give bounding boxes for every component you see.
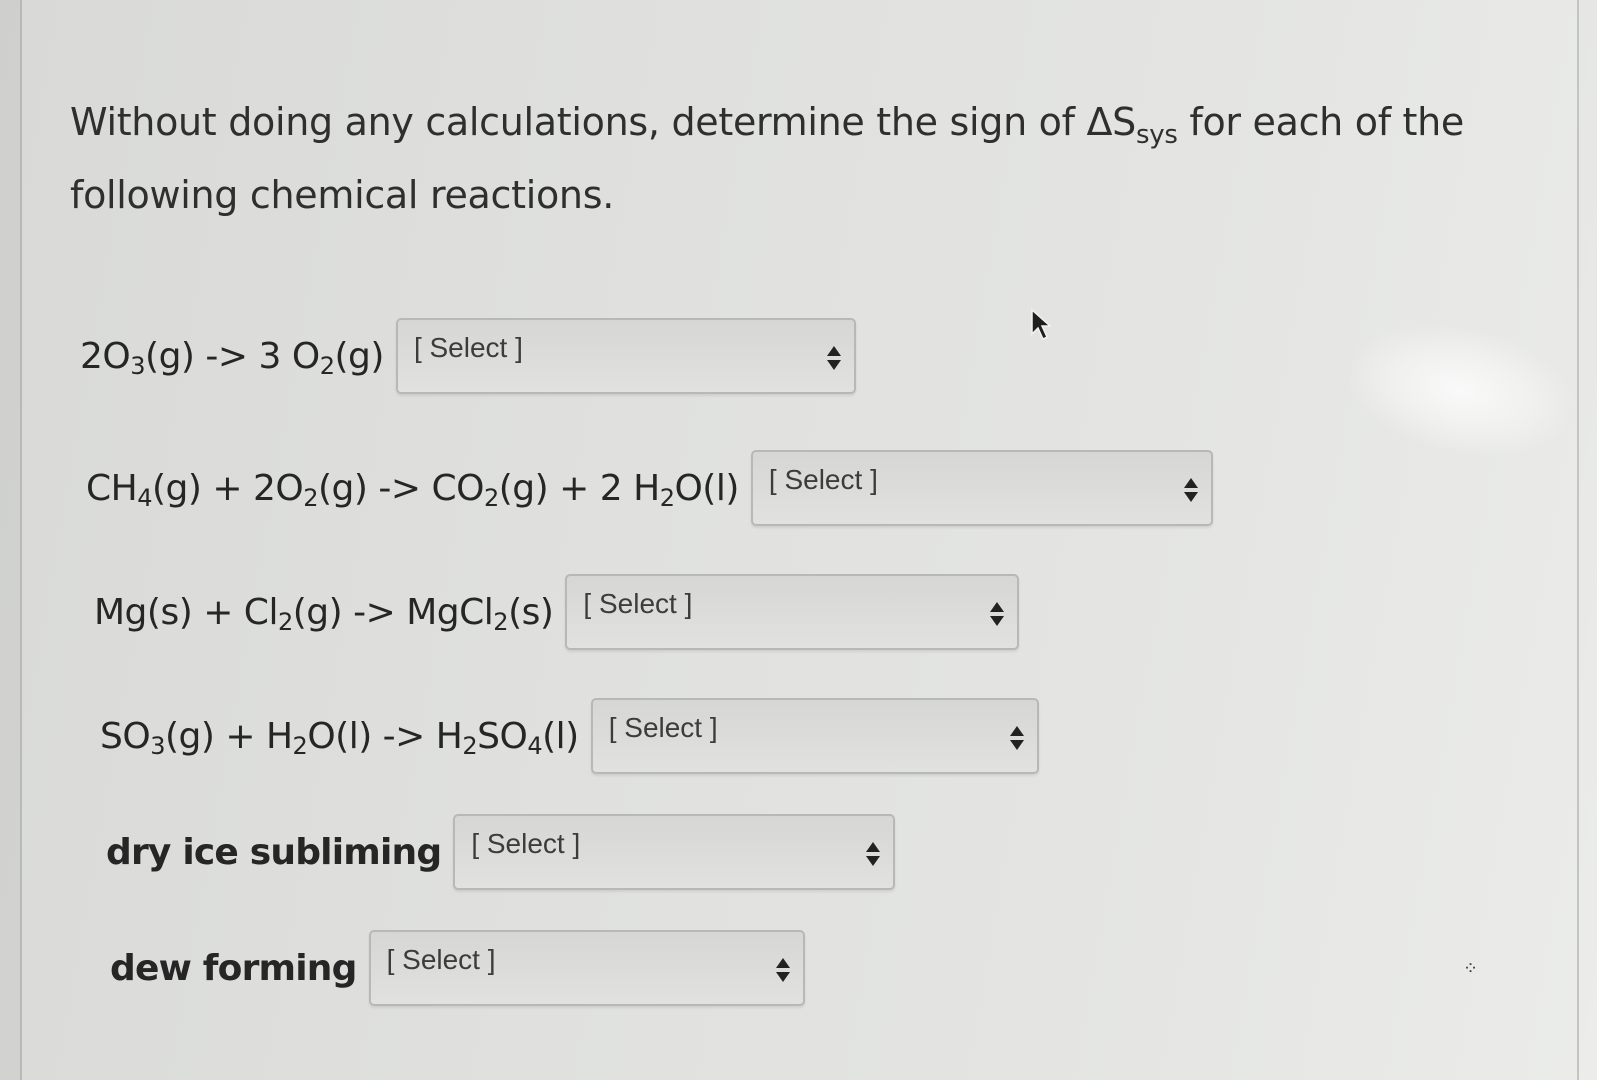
sort-arrows-icon [1009,726,1024,750]
delta-s-subscript: sys [1136,120,1178,150]
reaction-label-4: SO3(g) + H2O(l) -> H2SO4(l) [100,715,579,760]
screen-speck: ⁘ [1463,958,1479,979]
reaction-row-2: CH4(g) + 2O2(g) -> CO2(g) + 2 H2O(l) [ S… [86,450,1213,526]
reaction-select-3[interactable]: [ Select ] [565,574,1020,650]
reaction-select-2[interactable]: [ Select ] [750,450,1213,526]
reaction-row-1: 2O3(g) -> 3 O2(g) [ Select ] [80,318,856,394]
sort-arrows-icon [866,842,881,866]
delta-s-symbol: ΔSsys [1086,100,1178,150]
reaction-label-6: dew forming [110,947,357,989]
mouse-cursor-icon [1031,308,1052,341]
question-suffix: for each of the [1189,100,1465,144]
sort-arrows-icon [775,958,790,982]
question-text: Without doing any calculations, determin… [70,92,1470,225]
select-value: [ Select ] [413,332,523,363]
reaction-row-6: dew forming [ Select ] [110,930,805,1006]
select-value: [ Select ] [768,464,878,495]
select-value: [ Select ] [608,712,718,743]
reaction-label-5: dry ice subliming [106,831,442,873]
reaction-label-1: 2O3(g) -> 3 O2(g) [80,335,384,380]
reaction-select-1[interactable]: [ Select ] [395,318,856,394]
select-value: [ Select ] [386,944,496,975]
select-value: [ Select ] [583,588,693,619]
reaction-row-4: SO3(g) + H2O(l) -> H2SO4(l) [ Select ] [100,698,1039,774]
sort-arrows-icon [1183,478,1198,502]
question-line-2: following chemical reactions. [70,173,614,217]
sort-arrows-icon [826,346,841,370]
reaction-label-2: CH4(g) + 2O2(g) -> CO2(g) + 2 H2O(l) [86,467,739,512]
sort-arrows-icon [990,602,1005,626]
reaction-select-5[interactable]: [ Select ] [453,814,896,890]
screen: Without doing any calculations, determin… [0,0,1597,1080]
question-prefix: Without doing any calculations, determin… [70,100,1075,144]
reaction-row-5: dry ice subliming [ Select ] [106,814,896,890]
reaction-select-6[interactable]: [ Select ] [368,930,805,1006]
reaction-row-3: Mg(s) + Cl2(g) -> MgCl2(s) [ Select ] [94,574,1020,650]
reaction-select-4[interactable]: [ Select ] [590,698,1039,774]
reaction-label-3: Mg(s) + Cl2(g) -> MgCl2(s) [94,591,554,636]
select-value: [ Select ] [471,828,581,859]
